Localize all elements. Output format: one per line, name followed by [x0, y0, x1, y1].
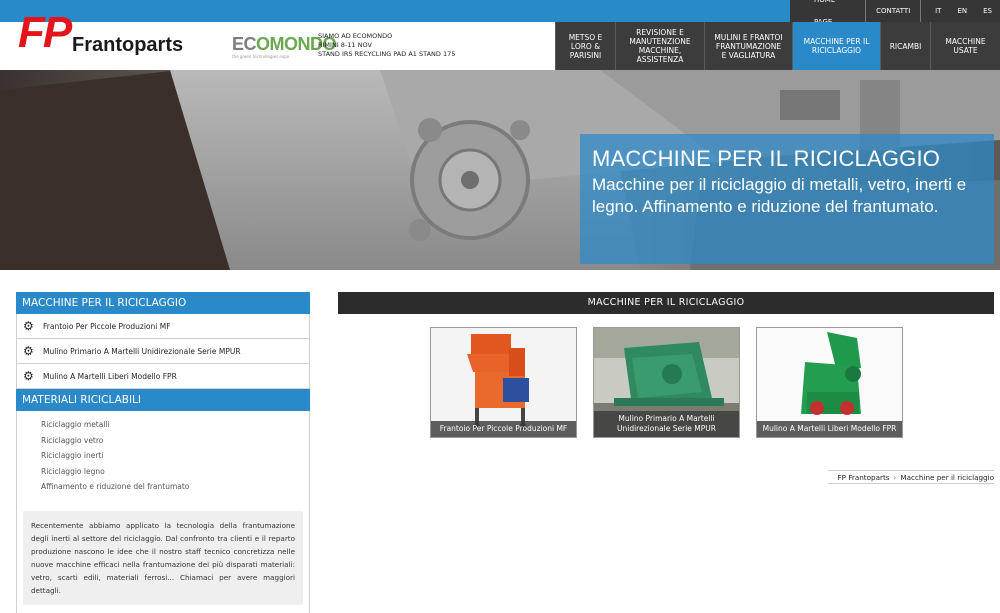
top-links-divider: [920, 0, 922, 22]
product-card-caption: Mulino A Martelli Liberi Modello FPR: [757, 421, 902, 437]
sidebar-product-label: Mulino Primario A Martelli Unidirezional…: [43, 346, 241, 356]
sidebar-note: Recentemente abbiamo applicato la tecnol…: [16, 504, 310, 613]
lang-en-link[interactable]: EN: [949, 0, 975, 22]
language-switcher: IT EN ES: [927, 0, 1000, 22]
hero-caption: MACCHINE PER IL RICICLAGGIO Macchine per…: [580, 134, 994, 264]
product-card[interactable]: Mulino Primario A Martelli Unidirezional…: [593, 327, 740, 438]
frantoparts-logo[interactable]: FP Frantoparts: [18, 8, 198, 68]
gear-icon: ⚙: [23, 319, 34, 333]
nav-item-macchine-usate[interactable]: MACCHINE USATE: [930, 22, 1000, 70]
product-card-caption: Frantoio Per Piccole Produzioni MF: [431, 421, 576, 437]
sidebar-heading-materiali[interactable]: MATERIALI RICICLABILI: [16, 389, 310, 411]
product-grid: Frantoio Per Piccole Produzioni MF Mulin…: [430, 327, 919, 438]
material-link[interactable]: Riciclaggio inerti: [41, 448, 309, 464]
product-card[interactable]: Frantoio Per Piccole Produzioni MF: [430, 327, 577, 438]
breadcrumb: FP Frantoparts › Macchine per il riciclagg…: [828, 470, 994, 484]
sidebar-product-item[interactable]: ⚙ Frantoio Per Piccole Produzioni MF: [16, 314, 310, 339]
sidebar-product-label: Mulino A Martelli Liberi Modello FPR: [43, 371, 177, 381]
breadcrumb-home-link[interactable]: FP Frantoparts: [838, 473, 890, 482]
top-links: HOME PAGE CONTATTI IT EN ES: [790, 0, 1000, 26]
material-link[interactable]: Riciclaggio metalli: [41, 417, 309, 433]
gear-icon: ⚙: [23, 344, 34, 358]
breadcrumb-chevron-icon: ›: [893, 473, 897, 482]
product-card[interactable]: Mulino A Martelli Liberi Modello FPR: [756, 327, 903, 438]
material-link[interactable]: Riciclaggio legno: [41, 464, 309, 480]
sidebar: MACCHINE PER IL RICICLAGGIO ⚙ Frantoio P…: [16, 292, 310, 613]
lang-es-link[interactable]: ES: [975, 0, 1000, 22]
header: FP Frantoparts ECOMONDO the green techno…: [0, 8, 1000, 70]
sidebar-product-label: Frantoio Per Piccole Produzioni MF: [43, 321, 171, 331]
ecomondo-info: SIAMO AD ECOMONDO RIMINI 8-11 NOV STAND …: [318, 32, 456, 58]
lang-it-link[interactable]: IT: [927, 0, 949, 22]
nav-item-metso[interactable]: METSO E LORO & PARISINI: [555, 22, 615, 70]
sidebar-product-item[interactable]: ⚙ Mulino Primario A Martelli Unidirezion…: [16, 339, 310, 364]
nav-item-ricambi[interactable]: RICAMBI: [880, 22, 930, 70]
nav-item-riciclaggio[interactable]: MACCHINE PER IL RICICLAGGIO: [792, 22, 880, 70]
hero-title: MACCHINE PER IL RICICLAGGIO: [592, 146, 941, 171]
breadcrumb-current: Macchine per il riciclaggio: [900, 473, 994, 482]
material-link[interactable]: Riciclaggio vetro: [41, 433, 309, 449]
gear-icon: ⚙: [23, 369, 34, 383]
materials-list: Riciclaggio metalli Riciclaggio vetro Ri…: [16, 411, 310, 505]
hero-banner: MACCHINE PER IL RICICLAGGIO Macchine per…: [0, 70, 1000, 270]
section-title: MACCHINE PER IL RICICLAGGIO: [338, 292, 994, 314]
nav-item-mulini-frantoi[interactable]: MULINI E FRANTOI FRANTUMAZIONE E VAGLIATUR…: [704, 22, 792, 70]
sidebar-note-text: Recentemente abbiamo applicato la tecnol…: [23, 510, 303, 605]
sidebar-product-item[interactable]: ⚙ Mulino A Martelli Liberi Modello FPR: [16, 364, 310, 389]
sidebar-heading-riciclaggio[interactable]: MACCHINE PER IL RICICLAGGIO: [16, 292, 310, 314]
hero-subtitle: Macchine per il riciclaggio di metalli, …: [592, 175, 967, 216]
contacts-link[interactable]: CONTATTI: [866, 0, 920, 22]
material-link[interactable]: Affinamento e riduzione del frantumato: [41, 479, 309, 495]
logo-word: Frantoparts: [72, 34, 184, 56]
logo-mark: FP: [18, 8, 72, 57]
nav-item-revisione[interactable]: REVISIONE E MANUTENZIONE MACCHINE, ASSISTEN…: [615, 22, 704, 70]
main-nav: METSO E LORO & PARISINI REVISIONE E MANUTEN…: [555, 22, 1000, 70]
product-card-caption: Mulino Primario A Martelli Unidirezional…: [594, 411, 739, 437]
